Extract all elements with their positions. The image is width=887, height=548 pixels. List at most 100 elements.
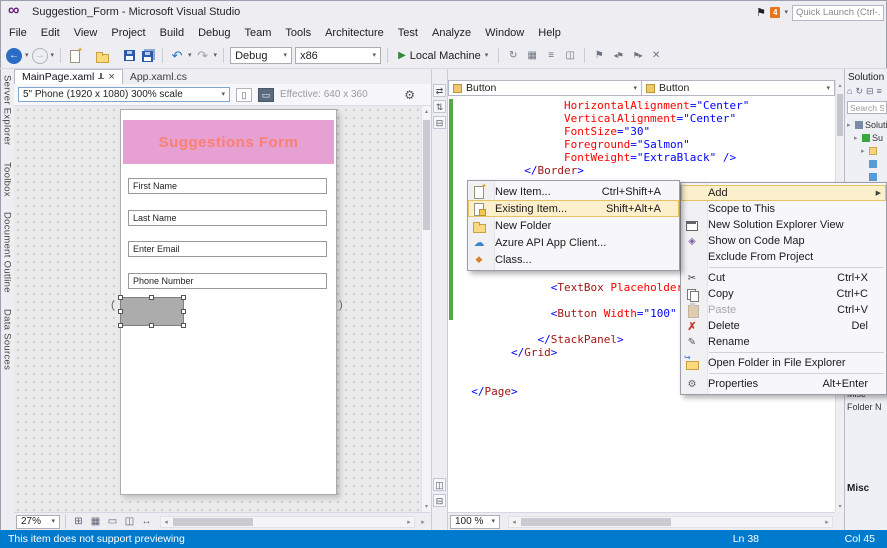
- navigate-forward-button[interactable]: →: [32, 48, 48, 64]
- menubar-item-build[interactable]: Build: [153, 25, 191, 43]
- menubar-item-edit[interactable]: Edit: [34, 25, 67, 43]
- resize-handle[interactable]: [118, 309, 123, 314]
- scrollbar-thumb[interactable]: [173, 518, 253, 526]
- menubar-item-test[interactable]: Test: [391, 25, 425, 43]
- start-debugging-button[interactable]: ▶ Local Machine: [394, 50, 492, 62]
- menu-item-new-folder[interactable]: New Folder: [468, 217, 679, 234]
- side-tab-server-explorer[interactable]: Server Explorer: [2, 75, 13, 146]
- scroll-right-icon[interactable]: ▸: [417, 518, 429, 526]
- solution-search-input[interactable]: [847, 101, 887, 114]
- save-all-icon[interactable]: [140, 48, 156, 64]
- menu-item-class[interactable]: Class...: [468, 251, 679, 268]
- designer-zoom-select[interactable]: 27%: [16, 515, 60, 529]
- menu-item-azure-api-app-client[interactable]: Azure API App Client...: [468, 234, 679, 251]
- chevron-down-icon[interactable]: [25, 52, 29, 59]
- landscape-toggle-icon[interactable]: ▭: [258, 88, 274, 102]
- list-icon[interactable]: ≡: [543, 48, 559, 64]
- solution-configuration-select[interactable]: Debug: [230, 47, 292, 64]
- breadcrumb-element-select[interactable]: Button: [448, 80, 642, 96]
- notification-count-badge[interactable]: 4: [770, 7, 780, 18]
- snap-grid-icon[interactable]: ⊞: [71, 515, 86, 529]
- tree-expand-icon[interactable]: ▸: [861, 147, 867, 155]
- menubar-item-tools[interactable]: Tools: [278, 25, 318, 43]
- pin-icon[interactable]: [98, 73, 104, 81]
- tree-item[interactable]: [845, 157, 887, 170]
- breadcrumb-member-select[interactable]: Button: [642, 80, 835, 96]
- solution-platform-select[interactable]: x86: [295, 47, 381, 64]
- menubar-item-file[interactable]: File: [2, 25, 34, 43]
- side-tab-data-sources[interactable]: Data Sources: [2, 309, 13, 370]
- menubar-item-project[interactable]: Project: [104, 25, 152, 43]
- menubar-item-debug[interactable]: Debug: [191, 25, 237, 43]
- menubar-item-window[interactable]: Window: [478, 25, 531, 43]
- next-bookmark-icon[interactable]: ⚑▸: [629, 48, 645, 64]
- chevron-down-icon[interactable]: [188, 52, 192, 59]
- scroll-right-icon[interactable]: ▸: [822, 518, 832, 526]
- menu-item-open-folder-in-file-explorer[interactable]: Open Folder in File Explorer: [681, 355, 886, 371]
- scroll-right-icon[interactable]: ▸: [404, 518, 414, 526]
- menu-item-properties[interactable]: PropertiesAlt+Enter: [681, 376, 886, 392]
- tab-mainpage-xaml[interactable]: MainPage.xaml ×: [14, 69, 123, 84]
- tab-app-xaml-cs[interactable]: App.xaml.cs: [123, 69, 194, 84]
- chevron-down-icon[interactable]: [214, 52, 218, 59]
- menu-item-scope-to-this[interactable]: Scope to This: [681, 201, 886, 217]
- menu-item-existing-item[interactable]: Existing Item...Shift+Alt+A: [468, 200, 679, 217]
- editor-zoom-select[interactable]: 100 %: [450, 515, 500, 529]
- horizontal-split-icon[interactable]: ⊟: [433, 494, 446, 507]
- selected-button[interactable]: [120, 297, 184, 326]
- tree-expand-icon[interactable]: ▸: [847, 121, 853, 129]
- code-line[interactable]: </Border>: [448, 164, 835, 177]
- gear-icon[interactable]: ⚙: [404, 88, 415, 102]
- code-line[interactable]: HorizontalAlignment="Center": [448, 99, 835, 112]
- new-file-icon[interactable]: [67, 49, 83, 63]
- menu-item-copy[interactable]: CopyCtrl+C: [681, 286, 886, 302]
- menu-item-paste[interactable]: PasteCtrl+V: [681, 302, 886, 318]
- designer-textbox-phone-number[interactable]: Phone Number: [128, 273, 327, 289]
- undo-icon[interactable]: ↶: [169, 48, 185, 64]
- pane-splitter[interactable]: ⇄ ⇅ ⊟ ◫ ⊟: [431, 69, 448, 530]
- collapse-all-icon[interactable]: ⊟: [866, 86, 874, 97]
- code-line[interactable]: FontSize="30": [448, 125, 835, 138]
- scrollbar-thumb[interactable]: [521, 518, 671, 526]
- resize-handle[interactable]: [149, 295, 154, 300]
- side-tab-toolbox[interactable]: Toolbox: [2, 162, 13, 197]
- scroll-down-icon[interactable]: ▾: [422, 503, 431, 510]
- chevron-down-icon[interactable]: [51, 52, 55, 59]
- notifications-flag-icon[interactable]: ⚑: [756, 6, 766, 19]
- bookmark-icon[interactable]: ⚑: [591, 48, 607, 64]
- vertical-split-icon[interactable]: ◫: [433, 478, 446, 491]
- resize-handle[interactable]: [118, 295, 123, 300]
- scrollbar-thumb[interactable]: [423, 120, 430, 230]
- menubar-item-view[interactable]: View: [67, 25, 105, 43]
- scroll-down-icon[interactable]: ▾: [836, 503, 844, 510]
- menubar-item-architecture[interactable]: Architecture: [318, 25, 391, 43]
- tree-expand-icon[interactable]: ▸: [854, 134, 860, 142]
- split-view-icon[interactable]: ◫: [122, 515, 137, 529]
- anchor-right-icon[interactable]: ): [339, 299, 343, 311]
- menubar-item-team[interactable]: Team: [238, 25, 279, 43]
- resize-handle[interactable]: [118, 323, 123, 328]
- menubar-item-help[interactable]: Help: [531, 25, 568, 43]
- scroll-up-icon[interactable]: ▴: [836, 82, 844, 89]
- save-icon[interactable]: [121, 48, 137, 64]
- code-line[interactable]: Foreground="Salmon": [448, 138, 835, 151]
- show-grid-icon[interactable]: ▦: [88, 515, 103, 529]
- menu-item-exclude-from-project[interactable]: Exclude From Project: [681, 249, 886, 265]
- code-line[interactable]: FontWeight="ExtraBlack" />: [448, 151, 835, 164]
- side-tab-document-outline[interactable]: Document Outline: [2, 212, 13, 293]
- quick-launch-input[interactable]: [792, 5, 884, 21]
- code-line[interactable]: VerticalAlignment="Center": [448, 112, 835, 125]
- scroll-up-icon[interactable]: ▴: [422, 108, 431, 115]
- swap-panes-icon[interactable]: ⇄: [433, 84, 446, 97]
- chevron-down-icon[interactable]: [784, 9, 788, 16]
- scrollbar-thumb[interactable]: [837, 94, 843, 136]
- scroll-left-icon[interactable]: ◂: [509, 518, 519, 526]
- redo-icon[interactable]: ↷: [195, 48, 211, 64]
- refresh-icon[interactable]: ↻: [505, 48, 521, 64]
- home-icon[interactable]: ⌂: [847, 86, 852, 97]
- fit-to-screen-icon[interactable]: ↔: [139, 515, 154, 529]
- designer-textbox-enter-email[interactable]: Enter Email: [128, 241, 327, 257]
- menu-item-new-solution-explorer-view[interactable]: New Solution Explorer View: [681, 217, 886, 233]
- menu-item-add[interactable]: Add▶: [681, 185, 886, 201]
- menu-item-cut[interactable]: CutCtrl+X: [681, 270, 886, 286]
